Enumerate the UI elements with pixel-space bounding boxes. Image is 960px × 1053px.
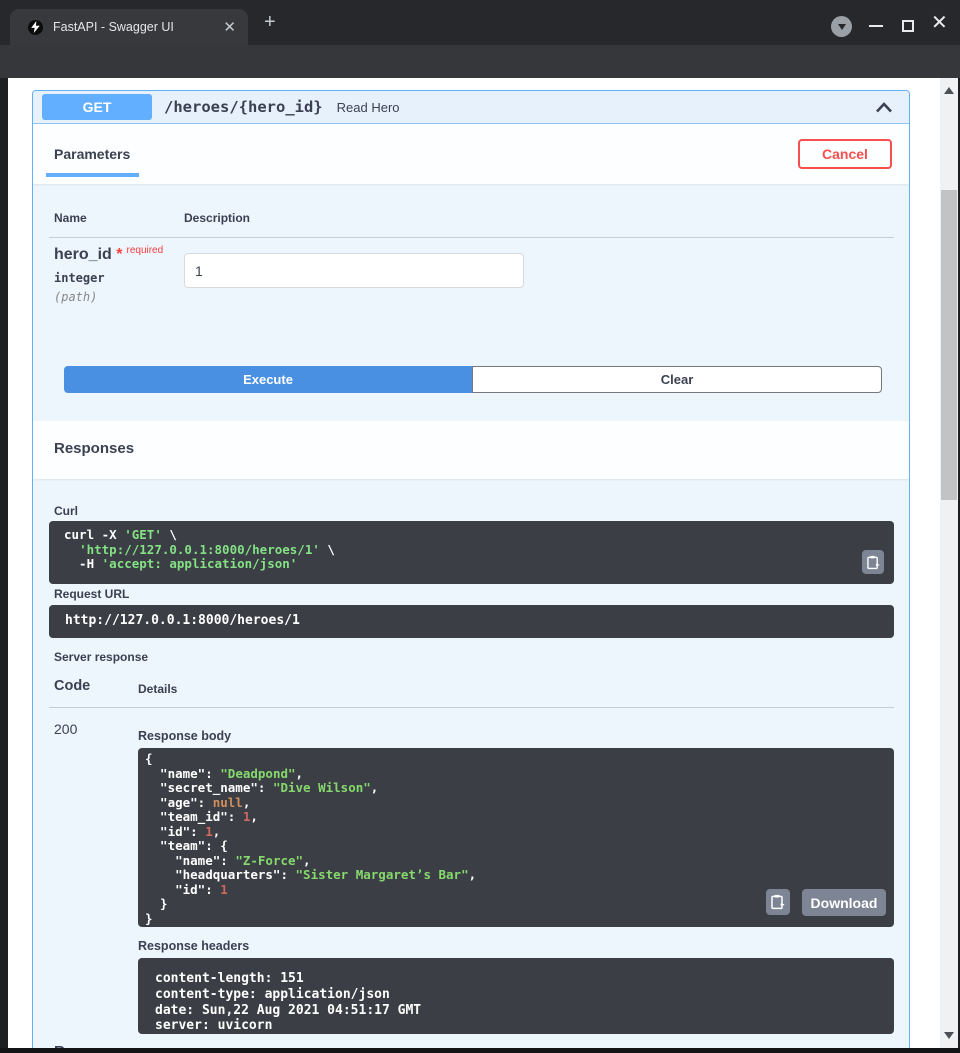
media-control-icon[interactable] xyxy=(831,16,852,37)
parameters-header: Parameters Cancel xyxy=(33,124,909,184)
window-close-icon[interactable]: ✕ xyxy=(931,13,948,33)
response-headers-label: Response headers xyxy=(138,939,249,953)
page-content: GET /heroes/{hero_id} Read Hero Paramete… xyxy=(8,78,940,1048)
param-location: (path) xyxy=(54,290,97,304)
curl-label: Curl xyxy=(54,504,78,518)
window-edge-left xyxy=(0,78,8,1053)
param-type: integer xyxy=(54,271,105,285)
server-response-label: Server response xyxy=(54,650,148,664)
execute-row: Execute Clear xyxy=(64,366,882,393)
request-url-value: http://127.0.0.1:8000/heroes/1 xyxy=(49,605,894,638)
clear-button[interactable]: Clear xyxy=(472,366,882,393)
responses-title: Responses xyxy=(54,440,134,457)
scrollbar-down-icon[interactable] xyxy=(944,1032,954,1039)
required-label: required xyxy=(126,245,163,256)
browser-tab[interactable]: FastAPI - Swagger UI ✕ xyxy=(10,9,248,45)
minimize-icon[interactable] xyxy=(869,25,883,27)
fastapi-favicon-icon xyxy=(28,20,43,35)
status-code: 200 xyxy=(54,721,77,737)
details-column-header: Details xyxy=(138,682,177,696)
column-header-name: Name xyxy=(54,211,87,225)
tab-parameters: Parameters xyxy=(54,146,130,162)
browser-toolbar: ← → i 127.0.0.1:8000/docs#/default/read_… xyxy=(0,45,960,78)
maximize-icon[interactable] xyxy=(902,20,914,32)
param-name: hero_id *required xyxy=(54,246,163,264)
code-column-header: Code xyxy=(54,678,90,694)
browser-window: FastAPI - Swagger UI ✕ + ✕ ← → i 127.0.0… xyxy=(0,0,960,1053)
required-star: * xyxy=(116,246,122,263)
responses-header: Responses xyxy=(33,421,909,479)
table-divider xyxy=(49,237,894,238)
responses-body: Curl curl -X 'GET' \ 'http://127.0.0.1:8… xyxy=(33,479,909,1048)
new-tab-icon[interactable]: + xyxy=(264,11,276,34)
cancel-button[interactable]: Cancel xyxy=(798,139,892,169)
page-scrollbar[interactable] xyxy=(940,78,958,1048)
method-badge: GET xyxy=(42,94,152,120)
response-headers-value: content-length: 151content-type: applica… xyxy=(138,958,894,1034)
endpoint-summary: Read Hero xyxy=(337,100,400,115)
execute-button[interactable]: Execute xyxy=(64,366,472,393)
tab-close-icon[interactable]: ✕ xyxy=(223,20,236,35)
window-edge-bottom xyxy=(0,1048,960,1053)
scrollbar-thumb[interactable] xyxy=(941,190,957,500)
response-body-label: Response body xyxy=(138,729,231,743)
swagger-opblock-get: GET /heroes/{hero_id} Read Hero Paramete… xyxy=(32,90,910,1048)
param-value-input[interactable] xyxy=(184,253,524,288)
tab-title: FastAPI - Swagger UI xyxy=(53,20,223,34)
tab-underline xyxy=(46,173,139,177)
copy-icon[interactable] xyxy=(766,889,790,915)
browser-titlebar: FastAPI - Swagger UI ✕ + ✕ xyxy=(0,0,960,45)
copy-icon[interactable] xyxy=(862,550,884,574)
opblock-summary[interactable]: GET /heroes/{hero_id} Read Hero xyxy=(33,91,909,124)
download-button[interactable]: Download xyxy=(802,889,886,916)
column-header-description: Description xyxy=(184,211,250,225)
request-url-label: Request URL xyxy=(54,587,129,601)
curl-command: curl -X 'GET' \ 'http://127.0.0.1:8000/h… xyxy=(49,521,894,584)
parameters-body: Name Description hero_id *required integ… xyxy=(33,184,909,421)
chevron-up-icon[interactable] xyxy=(875,102,893,113)
endpoint-path: /heroes/{hero_id} xyxy=(164,98,323,116)
scrollbar-up-icon[interactable] xyxy=(944,87,954,94)
table-divider xyxy=(49,707,894,708)
